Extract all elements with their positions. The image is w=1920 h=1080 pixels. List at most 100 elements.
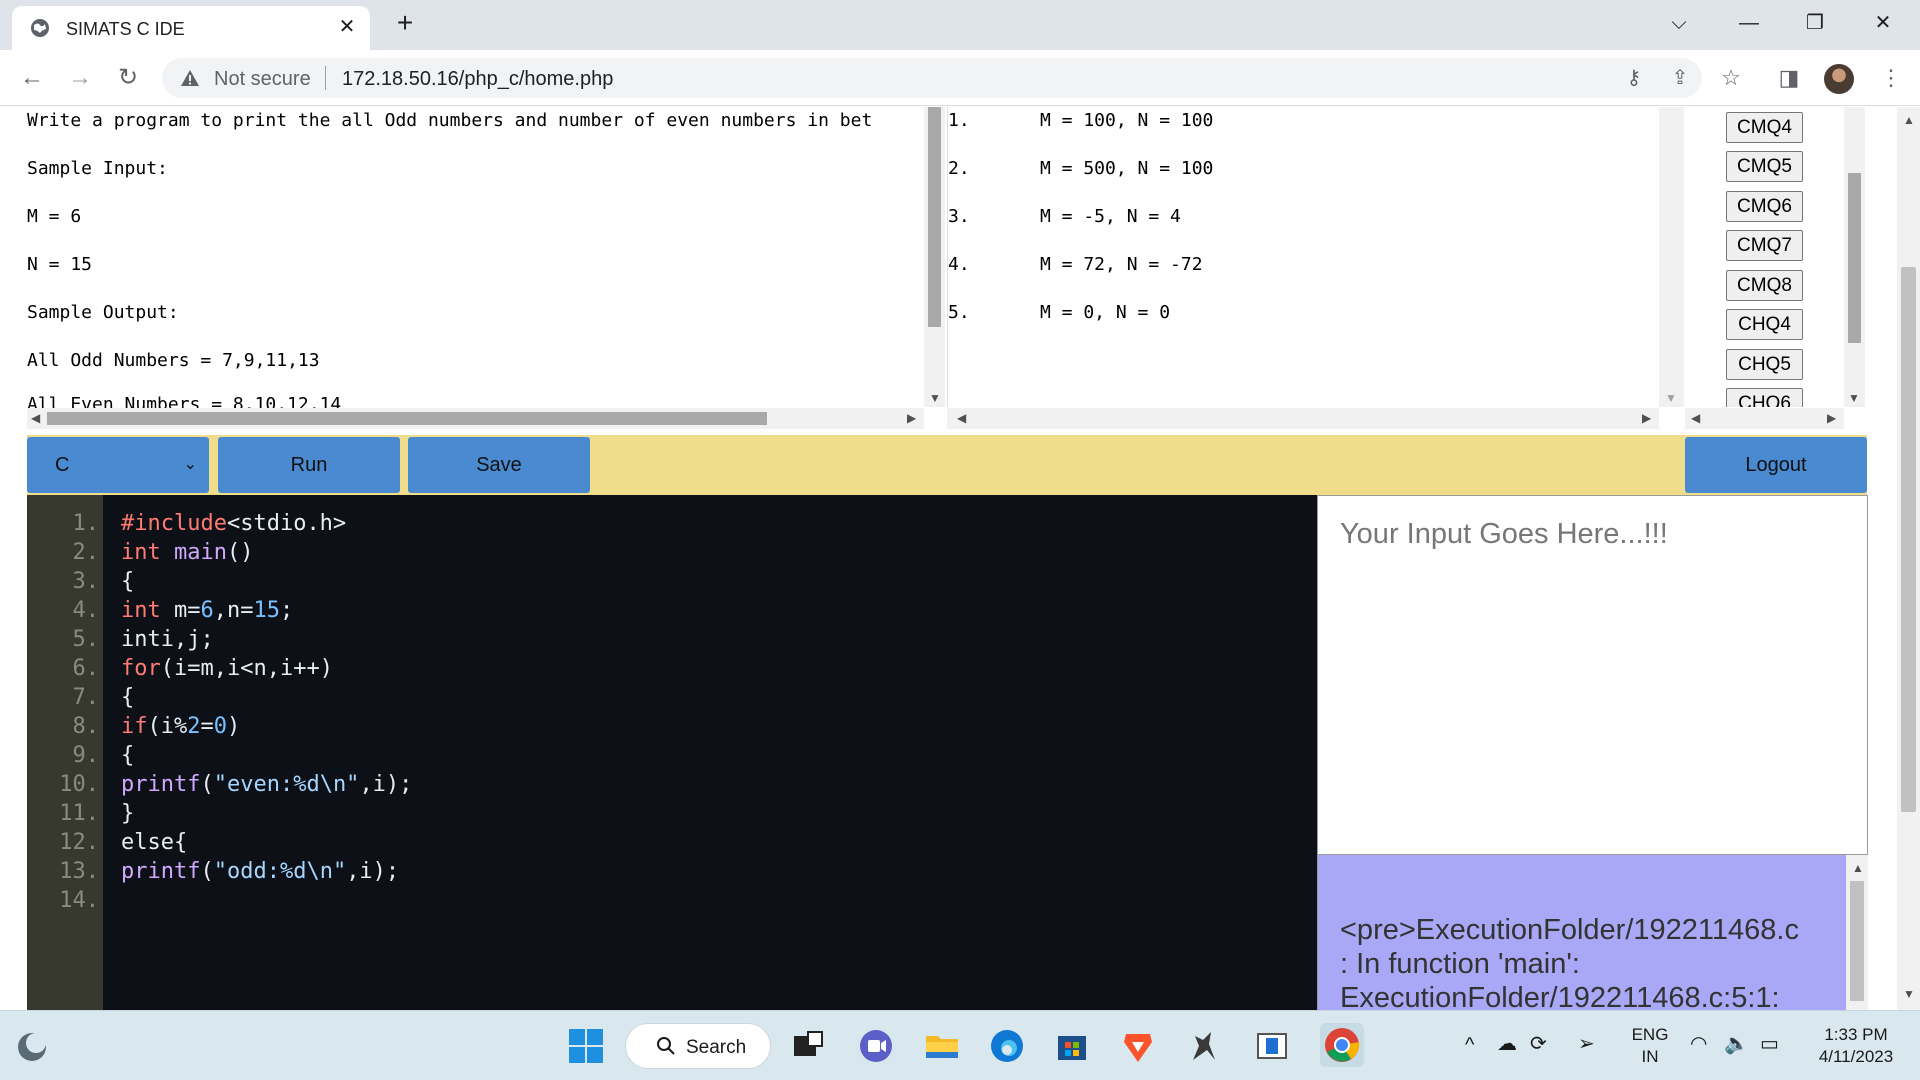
- scrollbar-thumb[interactable]: [1848, 173, 1861, 343]
- close-tab-icon[interactable]: ✕: [336, 16, 358, 38]
- code-line[interactable]: }: [121, 799, 412, 828]
- sample-output-label: Sample Output:: [27, 302, 179, 323]
- line-number: 1.: [72, 511, 100, 536]
- question-button[interactable]: CMQ4: [1726, 112, 1803, 143]
- save-button[interactable]: Save: [408, 437, 590, 493]
- chrome-browser-icon[interactable]: [1318, 1021, 1366, 1069]
- output-scrollbar[interactable]: ▲: [1846, 855, 1868, 1010]
- control-bar: C ⌄ Run Save Logout: [27, 435, 1867, 495]
- windows-start-icon[interactable]: [566, 1026, 606, 1066]
- scroll-left-icon[interactable]: ◀: [957, 411, 966, 425]
- sync-icon[interactable]: ⟳: [1530, 1033, 1547, 1055]
- restore-icon[interactable]: ❐: [1800, 10, 1830, 36]
- share-icon[interactable]: ⇪: [1668, 66, 1692, 90]
- question-button[interactable]: CMQ8: [1726, 270, 1803, 301]
- location-arrow-icon[interactable]: ➢: [1578, 1033, 1595, 1055]
- code-line[interactable]: {: [121, 567, 412, 596]
- code-line[interactable]: printf("odd:%d\n",i);: [121, 857, 412, 886]
- scroll-right-icon[interactable]: ▶: [1642, 411, 1651, 425]
- question-button[interactable]: CMQ7: [1726, 230, 1803, 261]
- question-button[interactable]: CMQ5: [1726, 151, 1803, 182]
- line-number: 2.: [72, 540, 100, 565]
- language-select[interactable]: C ⌄: [27, 437, 209, 493]
- browser-tab[interactable]: SIMATS C IDE ✕: [12, 6, 370, 50]
- edge-browser-icon[interactable]: [987, 1026, 1027, 1066]
- code-line[interactable]: {: [121, 741, 412, 770]
- question-button[interactable]: CMQ6: [1726, 191, 1803, 222]
- scroll-up-icon[interactable]: ▲: [1903, 113, 1915, 127]
- code-line[interactable]: printf("even:%d\n",i);: [121, 770, 412, 799]
- clock-time[interactable]: 1:33 PM: [1806, 1024, 1906, 1046]
- address-bar[interactable]: Not secure 172.18.50.16/php_c/home.php ⚷…: [162, 58, 1702, 98]
- taskbar-search[interactable]: Search: [625, 1023, 771, 1069]
- scrollbar-thumb[interactable]: [47, 412, 767, 425]
- scroll-down-icon[interactable]: ▼: [929, 391, 941, 405]
- scroll-down-icon[interactable]: ▼: [1903, 987, 1915, 1001]
- logout-button[interactable]: Logout: [1685, 437, 1867, 493]
- wifi-icon[interactable]: ◠: [1690, 1033, 1707, 1055]
- microsoft-store-icon[interactable]: [1052, 1026, 1092, 1066]
- scroll-up-icon[interactable]: ▲: [1852, 861, 1864, 875]
- game-app-icon[interactable]: [1183, 1026, 1223, 1066]
- close-window-icon[interactable]: ✕: [1868, 10, 1898, 36]
- scroll-down-icon[interactable]: ▼: [1848, 391, 1860, 405]
- question-vertical-scrollbar[interactable]: ▼: [924, 107, 945, 407]
- new-tab-icon[interactable]: +: [392, 9, 418, 37]
- weather-widget-icon[interactable]: [14, 1029, 50, 1065]
- scrollbar-thumb[interactable]: [1901, 267, 1916, 812]
- scroll-left-icon[interactable]: ◀: [1691, 411, 1700, 425]
- page-scrollbar[interactable]: ▲ ▼: [1897, 107, 1920, 1010]
- scroll-down-icon[interactable]: ▼: [1665, 391, 1677, 405]
- code-line[interactable]: {: [121, 683, 412, 712]
- reload-icon[interactable]: ↻: [114, 64, 142, 92]
- file-explorer-icon[interactable]: [922, 1026, 962, 1066]
- battery-icon[interactable]: ▭: [1760, 1033, 1779, 1055]
- back-icon[interactable]: ←: [18, 64, 46, 92]
- whiteboard-app-icon[interactable]: [1252, 1026, 1292, 1066]
- question-button[interactable]: CHQ4: [1726, 309, 1803, 340]
- scroll-right-icon[interactable]: ▶: [907, 411, 916, 425]
- stdin-input[interactable]: Your Input Goes Here...!!!: [1317, 495, 1868, 855]
- scroll-right-icon[interactable]: ▶: [1827, 411, 1836, 425]
- code-line[interactable]: int m=6,n=15;: [121, 596, 412, 625]
- code-line[interactable]: #include<stdio.h>: [121, 509, 412, 538]
- scroll-left-icon[interactable]: ◀: [31, 411, 40, 425]
- question-horizontal-scrollbar[interactable]: ◀ ▶: [27, 408, 924, 429]
- task-view-icon[interactable]: [788, 1026, 828, 1066]
- url-text[interactable]: 172.18.50.16/php_c/home.php: [342, 68, 613, 91]
- tab-search-chevron-icon[interactable]: ⌵: [1664, 10, 1694, 36]
- code-line[interactable]: if(i%2=0): [121, 712, 412, 741]
- question-button[interactable]: CHQ5: [1726, 349, 1803, 380]
- code-editor[interactable]: 1. 2. 3. 4. 5. 6. 7. 8. 9. 10. 11. 12. 1…: [27, 495, 1317, 1010]
- profile-avatar[interactable]: [1824, 64, 1854, 94]
- scrollbar-thumb[interactable]: [928, 107, 941, 327]
- brave-browser-icon[interactable]: [1118, 1026, 1158, 1066]
- run-button[interactable]: Run: [218, 437, 400, 493]
- code-line[interactable]: inti,j;: [121, 625, 412, 654]
- onedrive-cloud-icon[interactable]: ☁: [1497, 1033, 1517, 1055]
- test-cases-horizontal-scrollbar[interactable]: ◀ ▶: [947, 408, 1659, 429]
- code-line[interactable]: int main(): [121, 538, 412, 567]
- clock-date[interactable]: 4/11/2023: [1806, 1046, 1906, 1068]
- minimize-icon[interactable]: —: [1734, 10, 1764, 36]
- code-line[interactable]: [121, 886, 412, 915]
- teams-chat-icon[interactable]: [856, 1026, 896, 1066]
- scrollbar-thumb[interactable]: [1850, 881, 1864, 1001]
- question-list-horizontal-scrollbar[interactable]: ◀ ▶: [1685, 408, 1844, 429]
- chevron-up-icon[interactable]: ^: [1465, 1034, 1474, 1056]
- security-label[interactable]: Not secure: [214, 68, 311, 91]
- code-line[interactable]: for(i=m,i<n,i++): [121, 654, 412, 683]
- forward-icon[interactable]: →: [66, 64, 94, 92]
- question-list-scrollbar[interactable]: ▼: [1844, 107, 1865, 407]
- test-cases-vertical-scrollbar[interactable]: ▼: [1659, 107, 1684, 407]
- language-top[interactable]: ENG: [1630, 1024, 1670, 1046]
- code-line[interactable]: else{: [121, 828, 412, 857]
- question-button[interactable]: CHQ6: [1726, 388, 1803, 407]
- bookmark-star-icon[interactable]: ☆: [1718, 65, 1744, 91]
- code-lines[interactable]: #include<stdio.h> int main(){int m=6,n=15…: [121, 509, 412, 915]
- side-panel-icon[interactable]: ◨: [1776, 65, 1802, 91]
- volume-icon[interactable]: 🔈: [1724, 1033, 1749, 1055]
- language-bottom[interactable]: IN: [1630, 1046, 1670, 1068]
- key-icon[interactable]: ⚷: [1622, 66, 1646, 90]
- menu-dots-icon[interactable]: ⋮: [1878, 65, 1904, 91]
